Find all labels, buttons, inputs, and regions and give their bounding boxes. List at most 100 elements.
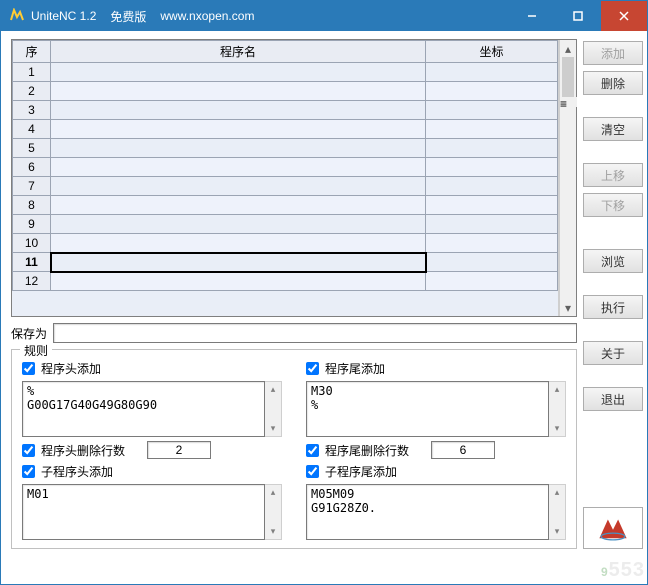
sub-head-checkbox-row[interactable]: 子程序头添加: [22, 463, 282, 480]
scroll-thumb[interactable]: [562, 57, 574, 97]
row-number: 6: [13, 158, 51, 177]
program-cell[interactable]: [51, 63, 426, 82]
program-cell[interactable]: [51, 177, 426, 196]
program-cell[interactable]: [51, 215, 426, 234]
program-cell[interactable]: [51, 158, 426, 177]
scroll-grip-icon: ≡: [560, 97, 577, 107]
row-number: 8: [13, 196, 51, 215]
textarea-scrollbar[interactable]: ▴▾: [549, 484, 566, 540]
row-number: 12: [13, 272, 51, 291]
row-number: 1: [13, 63, 51, 82]
exit-button[interactable]: 退出: [583, 387, 643, 411]
program-cell[interactable]: [51, 253, 426, 272]
program-cell[interactable]: [51, 196, 426, 215]
table-scrollbar[interactable]: ▴ ≡ ▾: [559, 40, 576, 316]
saveas-label: 保存为: [11, 325, 47, 342]
tail-add-checkbox-row[interactable]: 程序尾添加: [306, 360, 566, 377]
sub-head-checkbox[interactable]: [22, 465, 35, 478]
url-label: www.nxopen.com: [160, 9, 254, 23]
minimize-button[interactable]: [509, 1, 555, 31]
col-seq[interactable]: 序: [13, 41, 51, 63]
sub-tail-label: 子程序尾添加: [325, 463, 397, 480]
delete-button[interactable]: 删除: [583, 71, 643, 95]
rules-title: 规则: [20, 342, 52, 359]
head-add-checkbox[interactable]: [22, 362, 35, 375]
coord-cell[interactable]: [426, 63, 558, 82]
table-row[interactable]: 11: [13, 253, 558, 272]
coord-cell[interactable]: [426, 196, 558, 215]
clear-button[interactable]: 清空: [583, 117, 643, 141]
about-button[interactable]: 关于: [583, 341, 643, 365]
tail-add-checkbox[interactable]: [306, 362, 319, 375]
tail-del-checkbox[interactable]: [306, 444, 319, 457]
col-coord[interactable]: 坐标: [426, 41, 558, 63]
head-add-checkbox-row[interactable]: 程序头添加: [22, 360, 282, 377]
sub-tail-textarea[interactable]: [306, 484, 549, 540]
tail-del-input[interactable]: [431, 441, 495, 459]
col-program-name[interactable]: 程序名: [51, 41, 426, 63]
head-add-textarea[interactable]: [22, 381, 265, 437]
coord-cell[interactable]: [426, 101, 558, 120]
tail-del-checkbox-row[interactable]: 程序尾删除行数: [306, 441, 566, 459]
watermark: 9553: [601, 559, 645, 582]
table-row[interactable]: 1: [13, 63, 558, 82]
row-number: 4: [13, 120, 51, 139]
program-cell[interactable]: [51, 120, 426, 139]
coord-cell[interactable]: [426, 82, 558, 101]
maximize-button[interactable]: [555, 1, 601, 31]
table-row[interactable]: 10: [13, 234, 558, 253]
program-cell[interactable]: [51, 139, 426, 158]
table-row[interactable]: 2: [13, 82, 558, 101]
row-number: 5: [13, 139, 51, 158]
tail-add-textarea[interactable]: [306, 381, 549, 437]
row-number: 11: [13, 253, 51, 272]
head-del-input[interactable]: [147, 441, 211, 459]
move-up-button[interactable]: 上移: [583, 163, 643, 187]
program-table[interactable]: 序 程序名 坐标 123456789101112 ▴ ≡ ▾: [11, 39, 577, 317]
coord-cell[interactable]: [426, 158, 558, 177]
table-row[interactable]: 6: [13, 158, 558, 177]
scroll-up-icon[interactable]: ▴: [560, 40, 576, 57]
sub-tail-checkbox-row[interactable]: 子程序尾添加: [306, 463, 566, 480]
table-row[interactable]: 5: [13, 139, 558, 158]
program-cell[interactable]: [51, 82, 426, 101]
saveas-input[interactable]: [53, 323, 577, 343]
move-down-button[interactable]: 下移: [583, 193, 643, 217]
table-row[interactable]: 12: [13, 272, 558, 291]
row-number: 3: [13, 101, 51, 120]
close-button[interactable]: [601, 1, 647, 31]
coord-cell[interactable]: [426, 215, 558, 234]
textarea-scrollbar[interactable]: ▴▾: [265, 484, 282, 540]
program-cell[interactable]: [51, 101, 426, 120]
coord-cell[interactable]: [426, 177, 558, 196]
add-button[interactable]: 添加: [583, 41, 643, 65]
textarea-scrollbar[interactable]: ▴▾: [549, 381, 566, 437]
row-number: 2: [13, 82, 51, 101]
table-row[interactable]: 4: [13, 120, 558, 139]
logo-icon: [596, 513, 630, 543]
coord-cell[interactable]: [426, 272, 558, 291]
logo-box: [583, 507, 643, 549]
browse-button[interactable]: 浏览: [583, 249, 643, 273]
coord-cell[interactable]: [426, 253, 558, 272]
head-del-checkbox-row[interactable]: 程序头删除行数: [22, 441, 282, 459]
app-title: UniteNC 1.2: [31, 9, 96, 23]
sub-head-label: 子程序头添加: [41, 463, 113, 480]
table-row[interactable]: 9: [13, 215, 558, 234]
tail-del-label: 程序尾删除行数: [325, 442, 409, 459]
program-cell[interactable]: [51, 234, 426, 253]
table-row[interactable]: 7: [13, 177, 558, 196]
coord-cell[interactable]: [426, 139, 558, 158]
coord-cell[interactable]: [426, 234, 558, 253]
head-del-checkbox[interactable]: [22, 444, 35, 457]
sub-head-textarea[interactable]: [22, 484, 265, 540]
program-cell[interactable]: [51, 272, 426, 291]
table-row[interactable]: 8: [13, 196, 558, 215]
row-number: 9: [13, 215, 51, 234]
coord-cell[interactable]: [426, 120, 558, 139]
scroll-down-icon[interactable]: ▾: [560, 299, 576, 316]
sub-tail-checkbox[interactable]: [306, 465, 319, 478]
table-row[interactable]: 3: [13, 101, 558, 120]
execute-button[interactable]: 执行: [583, 295, 643, 319]
textarea-scrollbar[interactable]: ▴▾: [265, 381, 282, 437]
